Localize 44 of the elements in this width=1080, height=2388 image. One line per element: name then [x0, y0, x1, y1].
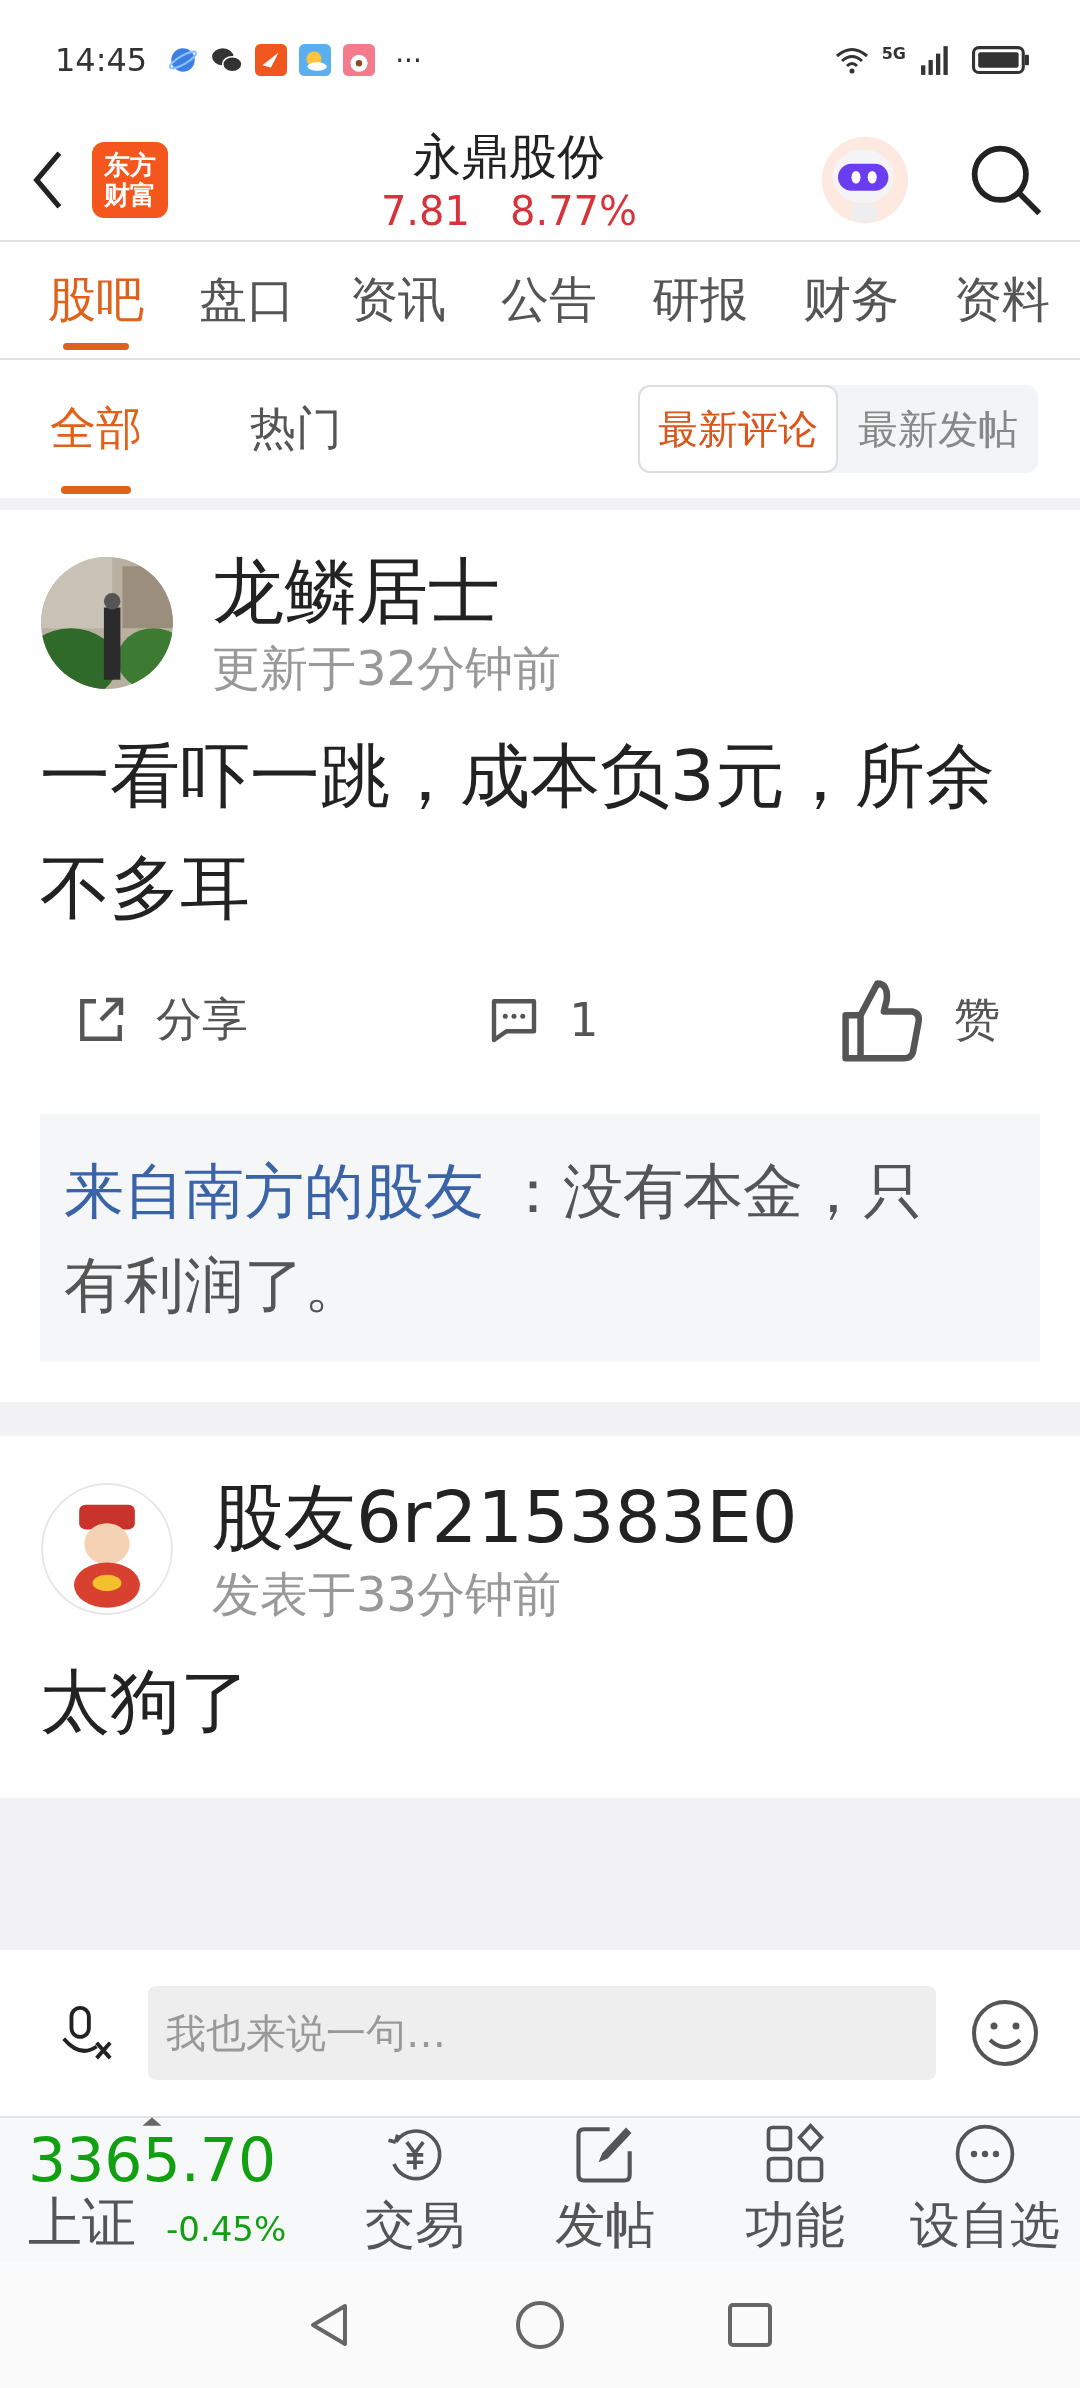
reply-author-link[interactable]: 来自南方的股友	[64, 1156, 484, 1226]
post-text: 一看吓一跳，成本负3元，所余不多耳	[40, 734, 996, 931]
section-tab[interactable]: 股吧	[48, 242, 144, 358]
section-tab[interactable]: 盘口	[199, 242, 295, 358]
stock-price: 7.81	[380, 187, 470, 235]
filter-tab[interactable]: 热门	[250, 360, 342, 498]
post-time: 发表于33分钟前	[212, 1565, 563, 1624]
emoji-icon[interactable]	[970, 1998, 1040, 2068]
recents-icon[interactable]	[725, 2300, 775, 2350]
sort-option[interactable]: 最新评论	[638, 385, 838, 473]
comment-button[interactable]: 1	[489, 993, 599, 1047]
battery-icon	[972, 44, 1030, 76]
more-notifications: ···	[395, 43, 422, 77]
stock-change: 8.77%	[510, 187, 638, 235]
section-tab[interactable]: 资讯	[350, 242, 446, 358]
caret-icon	[140, 2115, 164, 2127]
nav-item[interactable]: 发帖	[510, 2121, 700, 2259]
author-name[interactable]: 龙鳞居士	[212, 546, 562, 636]
app-logo: 东方 财富	[92, 142, 168, 218]
nav-item[interactable]: 功能	[700, 2121, 890, 2259]
app-icon	[255, 44, 288, 76]
nav-item[interactable]: 设自选	[890, 2121, 1080, 2259]
stock-name: 永鼎股份	[413, 127, 605, 186]
share-button[interactable]: 分享	[76, 989, 248, 1051]
network-type: 5G	[881, 43, 906, 63]
filter-tab[interactable]: 全部	[50, 360, 142, 498]
section-tab[interactable]: 研报	[652, 242, 748, 358]
section-tab[interactable]: 公告	[501, 242, 597, 358]
section-tab[interactable]: 资料	[954, 242, 1050, 358]
reply-text: 来自南方的股友 ：没有本金，只有利润了。	[64, 1155, 925, 1322]
comment-input[interactable]: 我也来说一句…	[148, 1986, 936, 2080]
post-text: 太狗了	[40, 1660, 251, 1745]
author-name[interactable]: 股友6r215383E0	[212, 1472, 798, 1562]
nav-item[interactable]: 交易	[320, 2121, 510, 2259]
app-icon	[343, 44, 376, 76]
robot-avatar-icon[interactable]	[820, 135, 910, 225]
index-name[interactable]: 上证	[28, 2193, 136, 2253]
weather-icon	[299, 44, 332, 76]
like-button[interactable]: 赞	[840, 978, 1000, 1062]
thumbs-up-icon	[840, 978, 924, 1062]
section-tab[interactable]: 财务	[803, 242, 899, 358]
post-time: 更新于32分钟前	[212, 639, 562, 698]
status-time: 14:45	[55, 41, 148, 79]
home-icon[interactable]	[515, 2300, 565, 2350]
